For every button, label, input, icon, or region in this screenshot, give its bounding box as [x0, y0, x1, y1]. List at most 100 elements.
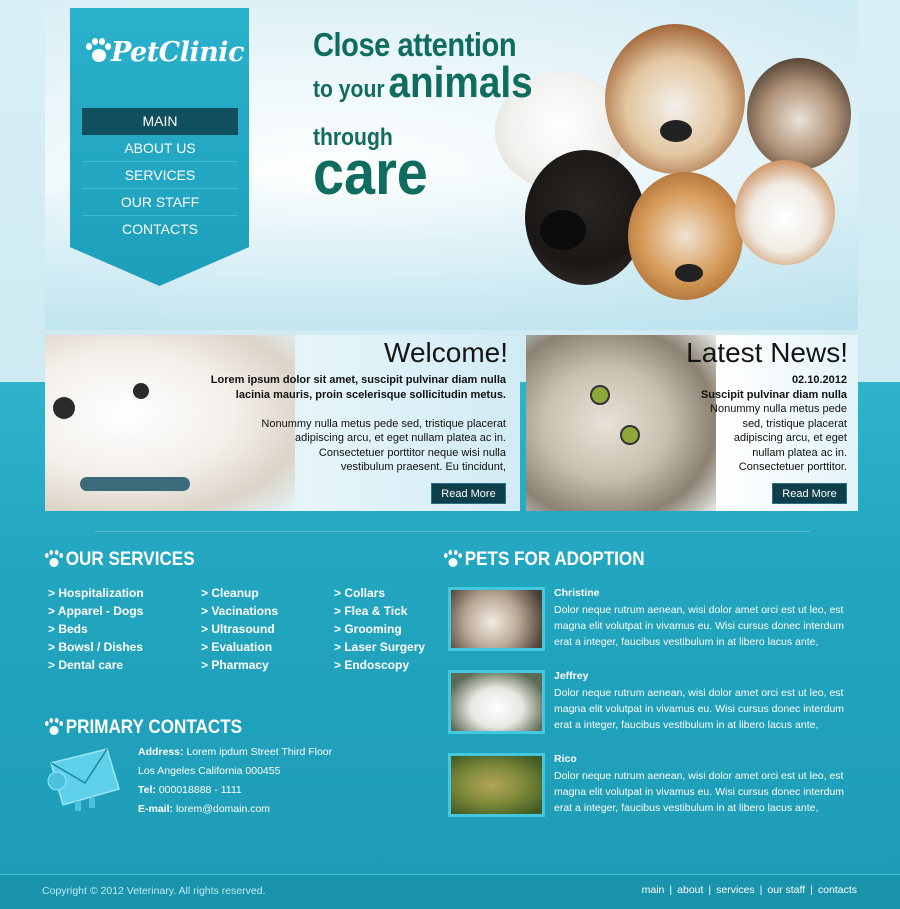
black-puppy-image [525, 150, 645, 285]
jack-russell-puppy-image [735, 160, 835, 265]
service-link[interactable]: > Collars [334, 585, 425, 603]
welcome-bold-1: Lorem ipsum dolor sit amet, suscipit pul… [210, 374, 506, 386]
contacts-title: PRIMARY CONTACTS [45, 717, 242, 739]
dog-collar-image [80, 477, 190, 491]
pet-name[interactable]: Christine [554, 587, 600, 599]
service-link[interactable]: > Vacinations [201, 603, 278, 621]
dog-nose-icon [660, 120, 692, 142]
footer-separator: | [708, 884, 712, 896]
news-line-2: sed, tristique placerat [742, 417, 847, 430]
pet-card-rico[interactable]: Rico Dolor neque rutrum aenean, wisi dol… [448, 753, 858, 819]
service-link[interactable]: > Hospitalization [48, 585, 144, 603]
paw-icon [45, 718, 63, 738]
service-link[interactable]: > Pharmacy [201, 657, 278, 675]
services-column-2: > Cleanup > Vacinations > Ultrasound > E… [201, 585, 278, 675]
paw-icon [84, 38, 111, 66]
service-link[interactable]: > Cleanup [201, 585, 278, 603]
news-line-3: adipiscing arcu, et eget [733, 432, 847, 444]
hero-line4: care [313, 139, 428, 208]
contacts-title-text: PRIMARY CONTACTS [65, 717, 243, 738]
service-link[interactable]: > Grooming [334, 621, 425, 639]
email-link[interactable]: lorem@domain.com [176, 803, 270, 815]
news-line-5: Consectetuer porttitor. [738, 461, 847, 473]
pet-card-christine[interactable]: Christine Dolor neque rutrum aenean, wis… [448, 587, 858, 653]
service-link[interactable]: > Flea & Tick [334, 603, 425, 621]
envelope-icon [47, 748, 120, 811]
logo[interactable]: PetClinic [84, 32, 245, 72]
cat-eye-icon [620, 425, 640, 445]
nav-menu: MAIN ABOUT US SERVICES OUR STAFF CONTACT… [82, 108, 238, 243]
welcome-line-4: vestibulum praesent. Eu tincidunt, [340, 461, 506, 473]
contact-email: E-mail: lorem@domain.com [138, 803, 271, 815]
nav-item-services[interactable]: SERVICES [82, 162, 238, 189]
news-title: Latest News! [686, 337, 848, 368]
dark-puppy-image [747, 58, 851, 170]
welcome-line-3: Consectetuer porttitor neque wisi nulla [318, 446, 506, 459]
contact-address-2: Los Angeles California 000455 [138, 765, 281, 777]
news-text: 02.10.2012 Suscipit pulvinar diam nulla … [687, 373, 847, 475]
pet-description: Dolor neque rutrum aenean, wisi dolor am… [554, 770, 845, 814]
paw-icon [444, 550, 462, 570]
footer-link-main[interactable]: main [642, 884, 665, 896]
dog-nose-icon [675, 264, 703, 282]
welcome-line-2: adipiscing arcu, et eget nullam platea a… [295, 432, 506, 444]
news-line-4: nullam platea ac in. [752, 446, 847, 459]
news-read-more-button[interactable]: Read More [772, 483, 847, 504]
bulldog-eye-icon [133, 383, 149, 399]
footer-separator: | [810, 884, 813, 896]
pet-name[interactable]: Jeffrey [554, 670, 588, 682]
hero-line2-small: to your [313, 76, 385, 103]
nav-item-contacts[interactable]: CONTACTS [82, 216, 238, 243]
footer-separator: | [759, 884, 763, 896]
footer-separator: | [669, 884, 673, 896]
welcome-bold-2: lacinia mauris, proin scelerisque sollic… [235, 388, 506, 401]
service-link[interactable]: > Beds [48, 621, 144, 639]
nav-item-our-staff[interactable]: OUR STAFF [82, 189, 238, 216]
paw-icon [45, 550, 63, 570]
news-bold: Suscipit pulvinar diam nulla [700, 388, 847, 401]
contact-address-1: Address: Lorem ipdum Street Third Floor [138, 746, 333, 758]
service-link[interactable]: > Apparel - Dogs [48, 603, 144, 621]
news-date: 02.10.2012 [791, 374, 847, 386]
welcome-box: Welcome! Lorem ipsum dolor sit amet, sus… [45, 335, 520, 511]
service-link[interactable]: > Laser Surgery [334, 639, 425, 657]
cat-eye-icon [590, 385, 610, 405]
services-title: OUR SERVICES [45, 549, 195, 571]
bulldog-eye-icon [53, 397, 75, 419]
welcome-title: Welcome! [384, 337, 508, 368]
news-line-1: Nonummy nulla metus pede [710, 403, 847, 415]
footer-link-services[interactable]: services [716, 884, 755, 896]
adoption-title-text: PETS FOR ADOPTION [464, 549, 645, 570]
nav-item-about-us[interactable]: ABOUT US [82, 135, 238, 162]
iguana-photo[interactable] [448, 753, 545, 817]
footer-link-about[interactable]: about [677, 884, 703, 896]
service-link[interactable]: > Bowsl / Dishes [48, 639, 144, 657]
welcome-read-more-button[interactable]: Read More [431, 483, 506, 504]
service-link[interactable]: > Dental care [48, 657, 144, 675]
nav-item-main[interactable]: MAIN [82, 108, 238, 135]
news-box: Latest News! 02.10.2012 Suscipit pulvina… [526, 335, 858, 511]
footer-link-our-staff[interactable]: our staff [767, 884, 805, 896]
beagle-puppy-image [605, 24, 745, 174]
adoption-title: PETS FOR ADOPTION [444, 549, 645, 571]
pet-description: Dolor neque rutrum aenean, wisi dolor am… [554, 604, 845, 648]
services-column-3: > Collars > Flea & Tick > Grooming > Las… [334, 585, 425, 675]
kitten-photo[interactable] [448, 587, 545, 651]
footer-link-contacts[interactable]: contacts [818, 884, 857, 896]
contact-tel: Tel: 000018888 - 1111 [138, 784, 242, 796]
pet-name[interactable]: Rico [554, 753, 577, 765]
service-link[interactable]: > Evaluation [201, 639, 278, 657]
copyright: Copyright © 2012 Veterinary. All rights … [42, 885, 266, 897]
pet-description: Dolor neque rutrum aenean, wisi dolor am… [554, 687, 845, 731]
footer-links: main | about | services | our staff | co… [642, 884, 857, 896]
service-link[interactable]: > Ultrasound [201, 621, 278, 639]
rabbit-photo[interactable] [448, 670, 545, 734]
dog-nose-icon [540, 210, 586, 250]
welcome-line-1: Nonummy nulla metus pede sed, tristique … [261, 417, 506, 430]
services-column-1: > Hospitalization > Apparel - Dogs > Bed… [48, 585, 144, 675]
hero-line2-big: animals [388, 58, 533, 107]
pet-card-jeffrey[interactable]: Jeffrey Dolor neque rutrum aenean, wisi … [448, 670, 858, 736]
service-link[interactable]: > Endoscopy [334, 657, 425, 675]
contact-details: Address: Lorem ipdum Street Third Floor … [138, 746, 332, 822]
welcome-text: Lorem ipsum dolor sit amet, suscipit pul… [206, 373, 506, 475]
